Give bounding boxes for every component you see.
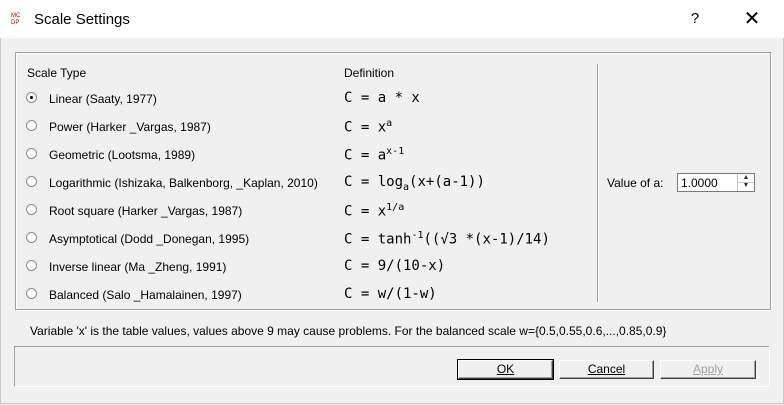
label-inverse-linear[interactable]: Inverse linear (Ma _Zheng, 1991): [49, 260, 226, 274]
close-icon: ✕: [743, 8, 761, 30]
radio-inverse-linear[interactable]: [26, 260, 37, 271]
close-button[interactable]: ✕: [738, 8, 766, 30]
label-power[interactable]: Power (Harker _Vargas, 1987): [49, 120, 211, 134]
radio-asymptotical[interactable]: [26, 232, 37, 243]
radio-logarithmic[interactable]: [26, 176, 37, 187]
label-linear[interactable]: Linear (Saaty, 1977): [49, 92, 157, 106]
title-bar: MC DP Scale Settings ? ✕: [0, 0, 784, 38]
value-of-a-input[interactable]: 1.0000: [681, 176, 718, 190]
label-geometric[interactable]: Geometric (Lootsma, 1989): [49, 148, 195, 162]
formula-balanced: C = w/(1-w): [344, 286, 437, 302]
radio-root-square[interactable]: [26, 204, 37, 215]
apply-button[interactable]: Apply: [660, 360, 756, 379]
header-scale-type: Scale Type: [27, 66, 87, 80]
header-definition: Definition: [344, 66, 395, 80]
formula-root-square: C = x1/a: [344, 202, 405, 220]
cancel-button[interactable]: Cancel: [559, 360, 654, 379]
radio-power[interactable]: [26, 120, 37, 131]
label-asymptotical[interactable]: Asymptotical (Dodd _Donegan, 1995): [49, 232, 249, 246]
radio-linear[interactable]: [26, 92, 37, 103]
ok-button[interactable]: OK: [457, 359, 554, 380]
formula-linear: C = a * x: [344, 90, 420, 106]
vertical-divider: [597, 64, 598, 302]
help-button[interactable]: ?: [683, 8, 707, 30]
radio-geometric[interactable]: [26, 148, 37, 159]
window-title: Scale Settings: [34, 11, 130, 28]
formula-geometric: C = ax-1: [344, 146, 405, 164]
radio-balanced[interactable]: [26, 288, 37, 299]
info-note: Variable 'x' is the table values, values…: [30, 324, 667, 338]
formula-power: C = xa: [344, 118, 393, 136]
label-root-square[interactable]: Root square (Harker _Vargas, 1987): [49, 204, 242, 218]
spin-down-icon[interactable]: ▼: [738, 182, 754, 190]
value-of-a-stepper[interactable]: 1.0000 ▲ ▼: [677, 173, 755, 192]
formula-inverse-linear: C = 9/(10-x): [344, 258, 446, 274]
label-balanced[interactable]: Balanced (Salo _Hamalainen, 1997): [49, 288, 242, 302]
value-of-a-label: Value of a:: [607, 176, 664, 190]
formula-logarithmic: C = loga(x+(a-1)): [344, 174, 485, 193]
label-logarithmic[interactable]: Logarithmic (Ishizaka, Balkenborg, _Kapl…: [49, 176, 318, 190]
svg-text:DP: DP: [11, 20, 19, 26]
svg-text:MC: MC: [11, 13, 21, 19]
spin-control[interactable]: ▲ ▼: [737, 174, 754, 191]
app-icon: MC DP: [11, 11, 25, 26]
button-panel: [14, 346, 770, 387]
formula-asymptotical: C = tanh-1((√3 *(x-1)/14): [344, 230, 550, 248]
